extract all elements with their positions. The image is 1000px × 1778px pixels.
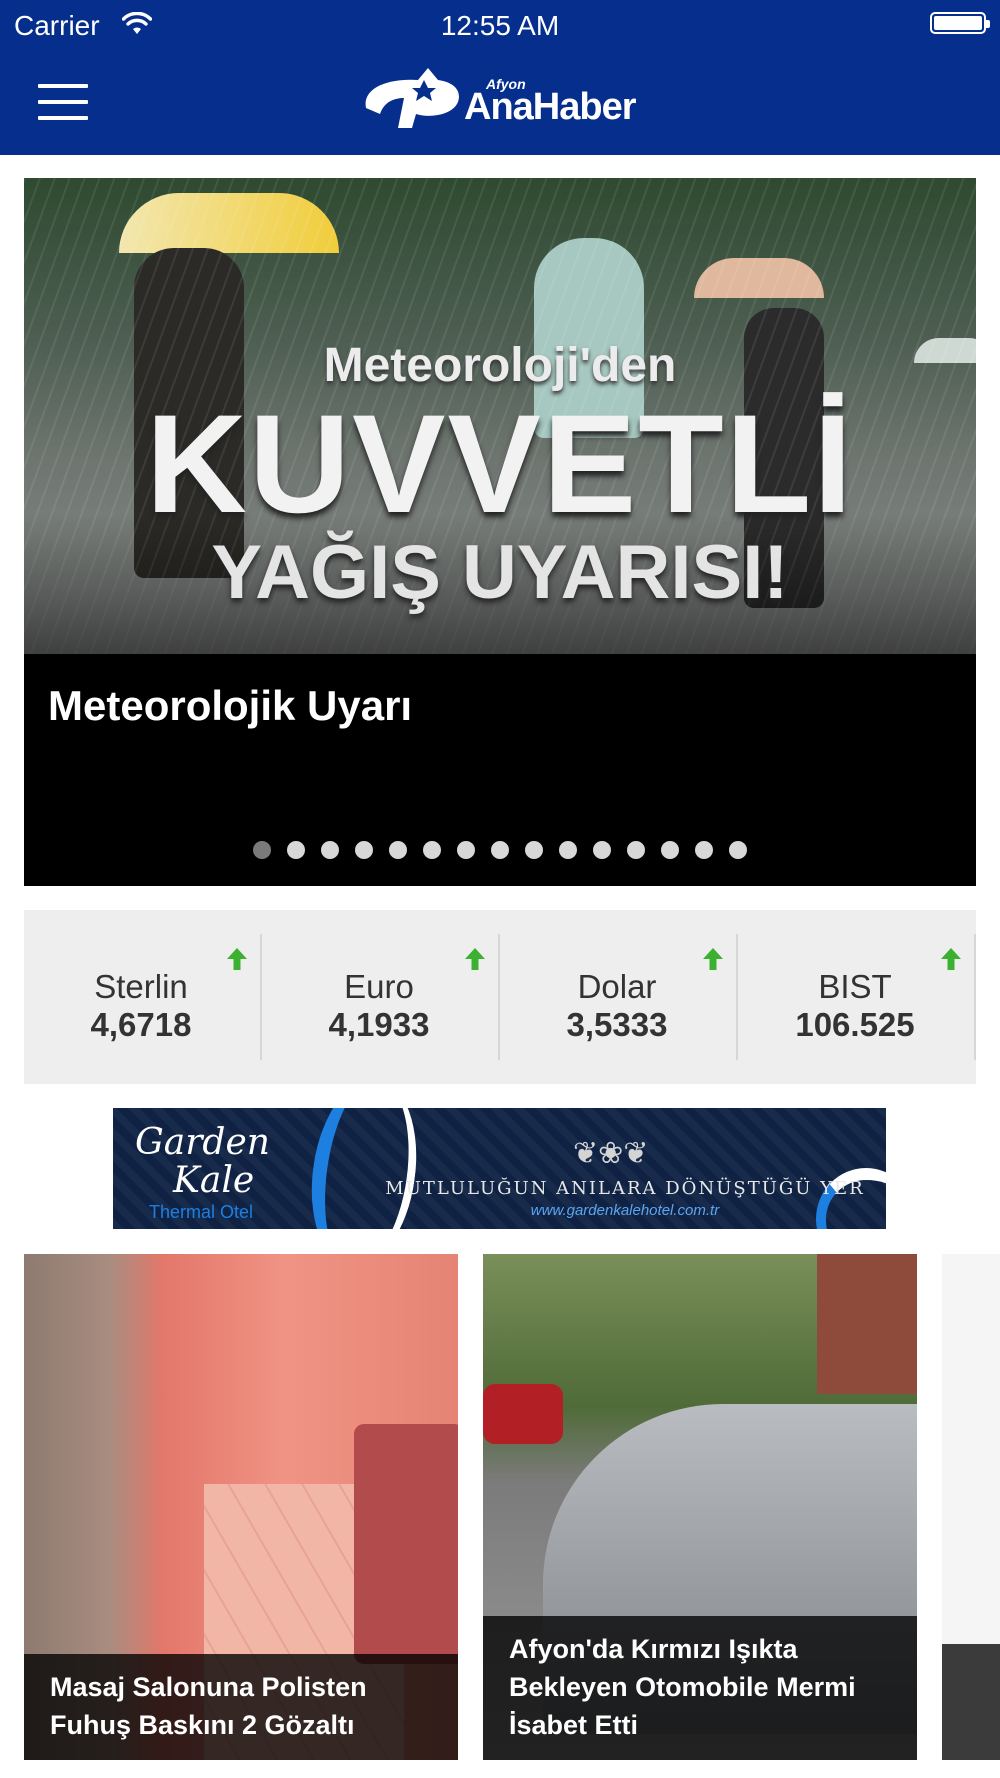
slider-dot[interactable] <box>559 841 577 859</box>
news-card[interactable]: Masaj Salonuna Polisten Fuhuş Baskını 2 … <box>24 1254 458 1760</box>
arrow-up-icon <box>703 948 723 970</box>
slider-dot[interactable] <box>457 841 475 859</box>
currency-value: 4,6718 <box>90 1006 192 1043</box>
arrow-up-icon <box>227 948 247 970</box>
featured-title[interactable]: Meteorolojik Uyarı <box>48 682 412 730</box>
slider-dot[interactable] <box>491 841 509 859</box>
news-caption-partial <box>942 1644 1000 1760</box>
hamburger-menu-icon[interactable] <box>38 84 88 120</box>
slider-dot[interactable] <box>355 841 373 859</box>
slider-dot[interactable] <box>423 841 441 859</box>
slider-page-indicator[interactable] <box>24 841 976 859</box>
slider-dot[interactable] <box>627 841 645 859</box>
slider-dot[interactable] <box>695 841 713 859</box>
slider-dot[interactable] <box>253 841 271 859</box>
image-headline-line3: YAĞIŞ UYARISI! <box>211 530 789 615</box>
currency-value: 106.525 <box>795 1006 915 1043</box>
status-bar: Carrier 12:55 AM <box>0 0 1000 50</box>
news-title[interactable]: Afyon'da Kırmızı Işıkta Bekleyen Otomobi… <box>483 1616 917 1760</box>
arrow-up-icon <box>941 948 961 970</box>
currency-item: Euro 4,1933 <box>262 934 500 1060</box>
slider-dot[interactable] <box>729 841 747 859</box>
currency-item: Dolar 3,5333 <box>500 934 738 1060</box>
currency-name: Sterlin <box>94 968 188 1005</box>
ad-slogan: MUTLULUĞUN ANILARA DÖNÜŞTÜĞÜ YER <box>385 1178 865 1199</box>
featured-slider[interactable]: Meteoroloji'den KUVVETLİ YAĞIŞ UYARISI! … <box>24 178 976 886</box>
news-card[interactable]: Afyon'da Kırmızı Işıkta Bekleyen Otomobi… <box>483 1254 917 1760</box>
logo-mark-icon <box>365 68 459 128</box>
status-time: 12:55 AM <box>440 10 560 41</box>
ad-url: www.gardenkalehotel.com.tr <box>530 1202 720 1219</box>
slider-dot[interactable] <box>661 841 679 859</box>
slider-dot[interactable] <box>389 841 407 859</box>
ornament-icon: ❦❀❦ <box>573 1136 649 1171</box>
app-logo[interactable]: Afyon AnaHaber <box>358 58 648 138</box>
arrow-up-icon <box>465 948 485 970</box>
ad-brand-line2: Kale <box>173 1160 255 1201</box>
currency-name: Dolar <box>577 968 657 1005</box>
currency-value: 3,5333 <box>566 1006 668 1043</box>
image-headline-line2: KUVVETLİ <box>145 385 855 542</box>
slider-dot[interactable] <box>287 841 305 859</box>
featured-image[interactable]: Meteoroloji'den KUVVETLİ YAĞIŞ UYARISI! <box>24 178 976 654</box>
slider-dot[interactable] <box>525 841 543 859</box>
slider-dot[interactable] <box>593 841 611 859</box>
slider-dot[interactable] <box>321 841 339 859</box>
nav-bar: Carrier 12:55 AM Afyon AnaHaber <box>0 0 1000 155</box>
brand-name: AnaHaber <box>464 86 636 128</box>
currency-item: BIST 106.525 <box>738 934 976 1060</box>
ad-banner[interactable]: Garden Kale Thermal Otel ❦❀❦ MUTLULUĞUN … <box>113 1108 886 1229</box>
currency-name: Euro <box>344 968 414 1005</box>
ad-brand-line3: Thermal Otel <box>149 1202 254 1222</box>
currency-name: BIST <box>818 968 892 1005</box>
news-title[interactable]: Masaj Salonuna Polisten Fuhuş Baskını 2 … <box>24 1654 458 1760</box>
battery-icon <box>930 12 990 34</box>
currency-item: Sterlin 4,6718 <box>24 934 262 1060</box>
currency-value: 4,1933 <box>328 1006 430 1043</box>
ad-brand-line1: Garden <box>135 1122 270 1163</box>
currency-ticker: Sterlin 4,6718 Euro 4,1933 Dolar 3,5333 BIST 10… <box>24 910 976 1084</box>
news-card-partial[interactable] <box>942 1254 1000 1760</box>
